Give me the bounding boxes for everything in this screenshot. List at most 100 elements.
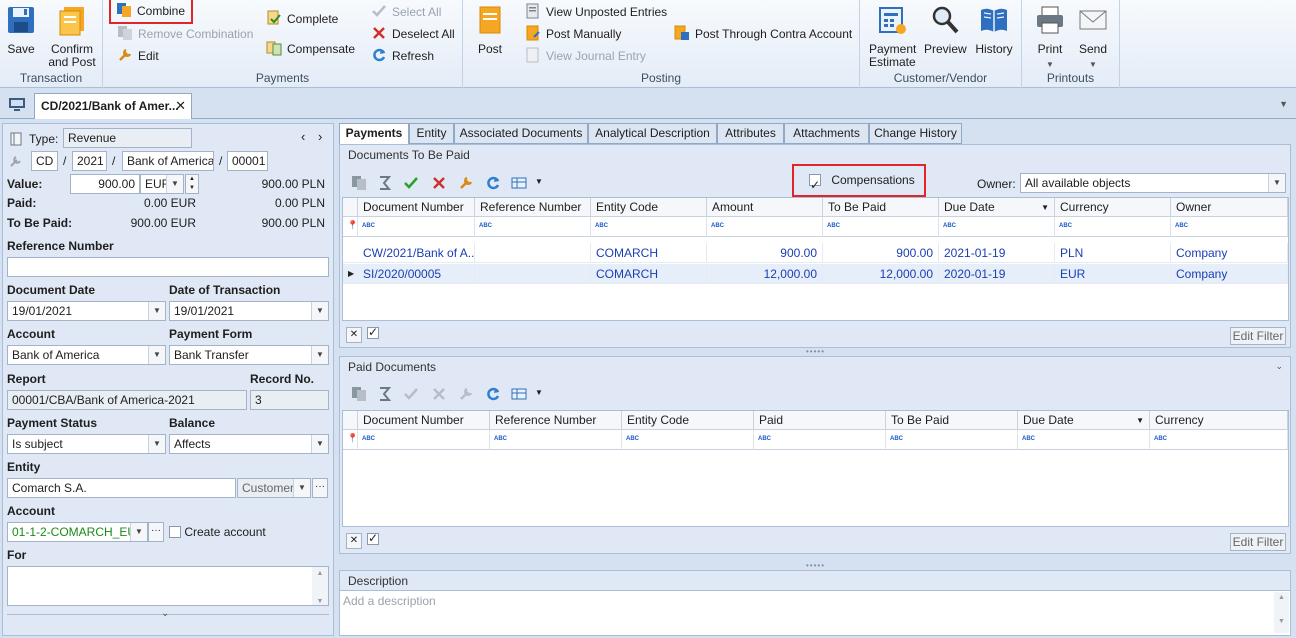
tab-attributes[interactable]: Attributes bbox=[717, 123, 784, 144]
filter-reference-number[interactable]: ABC bbox=[475, 217, 591, 237]
enable-filter-checkbox-box[interactable] bbox=[367, 531, 379, 545]
filter-entity-code[interactable]: ABC bbox=[622, 430, 754, 450]
check-disabled-icon[interactable] bbox=[403, 386, 419, 402]
monitor-icon[interactable] bbox=[8, 97, 26, 112]
col-document-number[interactable]: Document Number bbox=[358, 411, 490, 430]
owner-select[interactable]: All available objects bbox=[1020, 173, 1286, 193]
history-button[interactable]: History bbox=[973, 4, 1015, 56]
for-textarea[interactable] bbox=[7, 566, 329, 606]
tab-entity[interactable]: Entity bbox=[409, 123, 454, 144]
sum-filter-icon[interactable] bbox=[377, 386, 393, 402]
filter-document-number[interactable]: ABC bbox=[358, 430, 490, 450]
export-dropdown-icon[interactable]: ▼ bbox=[535, 177, 543, 186]
col-currency[interactable]: Currency bbox=[1055, 198, 1171, 217]
entity-lookup-button[interactable]: ··· bbox=[312, 478, 328, 498]
create-account-checkbox-box[interactable] bbox=[169, 526, 181, 538]
complete-button[interactable]: Complete bbox=[266, 9, 338, 29]
balance-select[interactable]: Affects bbox=[169, 434, 329, 454]
entity-account-lookup-button[interactable]: ··· bbox=[148, 522, 164, 542]
filter-entity-code[interactable]: ABC bbox=[591, 217, 707, 237]
save-button[interactable]: Save bbox=[5, 4, 37, 56]
entity-type-select[interactable]: Customer bbox=[237, 478, 311, 498]
col-paid[interactable]: Paid bbox=[754, 411, 886, 430]
compensations-checkbox[interactable]: Compensations bbox=[792, 164, 926, 198]
wrench-disabled-icon[interactable] bbox=[458, 386, 474, 402]
export-grid-icon[interactable] bbox=[511, 386, 529, 402]
edit-filter-button[interactable]: Edit Filter bbox=[1230, 533, 1286, 551]
print-button[interactable]: Print ▼ bbox=[1034, 4, 1066, 71]
tab-change-history[interactable]: Change History bbox=[869, 123, 962, 144]
reference-number-field[interactable] bbox=[7, 257, 329, 277]
value-currency-select[interactable]: EUR bbox=[140, 174, 184, 194]
col-document-number[interactable]: Document Number bbox=[358, 198, 475, 217]
export-grid-icon[interactable] bbox=[511, 175, 529, 191]
col-entity-code[interactable]: Entity Code bbox=[591, 198, 707, 217]
filter-owner[interactable]: ABC bbox=[1171, 217, 1288, 237]
refresh-button[interactable]: Refresh bbox=[371, 46, 434, 66]
filter-reference-number[interactable]: ABC bbox=[490, 430, 622, 450]
account-select[interactable]: Bank of America bbox=[7, 345, 166, 365]
description-scrollbar[interactable]: ▲ ▼ bbox=[1274, 592, 1289, 633]
date-of-transaction-field[interactable]: 19/01/2021 bbox=[169, 301, 329, 321]
filter-document-number[interactable]: ABC bbox=[358, 217, 475, 237]
clear-filter-icon[interactable]: ✕ bbox=[346, 327, 362, 343]
col-owner[interactable]: Owner bbox=[1171, 198, 1288, 217]
red-x-icon[interactable] bbox=[431, 175, 447, 191]
select-all-button[interactable]: Select All bbox=[371, 2, 441, 22]
entity-account-select[interactable]: 01-1-2-COMARCH_EUR bbox=[7, 522, 148, 542]
post-through-contra-account-button[interactable]: Post Through Contra Account bbox=[674, 24, 852, 44]
tab-list-dropdown-icon[interactable]: ▼ bbox=[1279, 99, 1288, 109]
green-check-icon[interactable] bbox=[403, 175, 419, 191]
col-reference-number[interactable]: Reference Number bbox=[490, 411, 622, 430]
view-journal-entry-button[interactable]: View Journal Entry bbox=[525, 46, 646, 66]
payment-form-select[interactable]: Bank Transfer bbox=[169, 345, 329, 365]
confirm-and-post-button[interactable]: Confirm and Post bbox=[48, 4, 96, 69]
for-scrollbar[interactable]: ▲ ▼ bbox=[312, 567, 328, 605]
enable-filter-checkbox[interactable] bbox=[365, 531, 381, 549]
filter-to-be-paid[interactable]: ABC bbox=[823, 217, 939, 237]
print-dropdown-arrow-icon[interactable]: ▼ bbox=[1034, 58, 1066, 71]
document-number-wrench-icon[interactable] bbox=[9, 154, 23, 168]
tab-attachments[interactable]: Attachments bbox=[784, 123, 869, 144]
entity-field[interactable]: Comarch S.A. bbox=[7, 478, 236, 498]
payment-status-select[interactable]: Is subject bbox=[7, 434, 166, 454]
remove-combination-button[interactable]: Remove Combination bbox=[117, 24, 253, 44]
description-textarea[interactable]: Add a description bbox=[340, 590, 1290, 635]
deselect-all-button[interactable]: Deselect All bbox=[371, 24, 455, 44]
tab-associated-documents[interactable]: Associated Documents bbox=[454, 123, 588, 144]
filter-to-be-paid[interactable]: ABC bbox=[886, 430, 1018, 450]
horizontal-splitter-handle[interactable]: ••••• bbox=[806, 347, 825, 356]
tab-payments[interactable]: Payments bbox=[339, 123, 409, 145]
document-number-field[interactable]: 00001 bbox=[227, 151, 268, 171]
table-row[interactable]: ▶ SI/2020/00005 COMARCH 12,000.00 12,000… bbox=[343, 264, 1288, 284]
wrench-icon[interactable] bbox=[458, 175, 474, 191]
document-prefix-field[interactable]: CD bbox=[31, 151, 58, 171]
filter-due-date[interactable]: ABC bbox=[939, 217, 1055, 237]
close-tab-icon[interactable]: ✕ bbox=[175, 98, 186, 114]
view-unposted-entries-button[interactable]: View Unposted Entries bbox=[525, 2, 667, 22]
col-reference-number[interactable]: Reference Number bbox=[475, 198, 591, 217]
panel-collapse-chevron-icon[interactable]: ⌄ bbox=[1275, 361, 1283, 372]
compensations-checkbox-box[interactable] bbox=[809, 172, 821, 198]
next-record-icon[interactable]: › bbox=[318, 129, 322, 144]
combine-button[interactable]: Combine bbox=[109, 0, 193, 24]
value-spinner[interactable]: ▲ ▼ bbox=[185, 174, 199, 194]
previous-record-icon[interactable]: ‹ bbox=[301, 129, 305, 144]
filter-amount[interactable]: ABC bbox=[707, 217, 823, 237]
sum-filter-icon[interactable] bbox=[377, 175, 393, 191]
export-dropdown-icon[interactable]: ▼ bbox=[535, 388, 543, 397]
refresh-icon[interactable] bbox=[485, 175, 501, 191]
enable-filter-checkbox-box[interactable] bbox=[367, 325, 379, 339]
edit-button[interactable]: Edit bbox=[117, 46, 159, 66]
filter-currency[interactable]: ABC bbox=[1055, 217, 1171, 237]
tab-analytical-description[interactable]: Analytical Description bbox=[588, 123, 717, 144]
document-tab[interactable]: CD/2021/Bank of Amer... ✕ bbox=[34, 93, 192, 119]
preview-button[interactable]: Preview bbox=[924, 4, 967, 56]
combine-tb-icon[interactable] bbox=[351, 386, 367, 402]
filter-due-date[interactable]: ABC bbox=[1018, 430, 1150, 450]
compensate-button[interactable]: Compensate bbox=[266, 39, 355, 59]
filter-currency[interactable]: ABC bbox=[1150, 430, 1288, 450]
collapse-chevron-icon[interactable]: ⌄ bbox=[161, 608, 169, 619]
create-account-checkbox[interactable]: Create account bbox=[169, 525, 266, 539]
col-due-date[interactable]: Due Date ▼ bbox=[1018, 411, 1150, 430]
